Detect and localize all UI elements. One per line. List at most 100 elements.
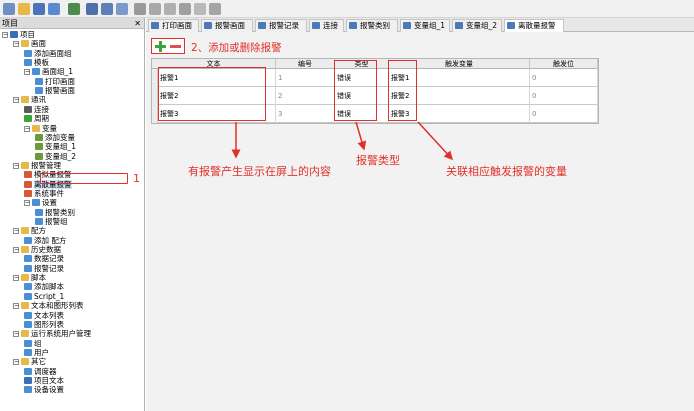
tree-item-label: Script_1 xyxy=(34,291,65,301)
tree-item-label: 画面组_1 xyxy=(42,67,74,77)
tree-item-label: 运行系统用户管理 xyxy=(31,329,91,339)
tree-item[interactable]: − 报警管理 xyxy=(13,161,61,170)
trigger-annotation: 关联相应触发报警的变量 xyxy=(446,165,567,178)
tree-item[interactable]: − 历史数据 xyxy=(13,246,61,254)
tree-item[interactable]: Script_1 xyxy=(24,291,65,301)
annotation-arrows xyxy=(231,121,454,161)
tree-item[interactable]: − 其它 xyxy=(13,358,46,366)
tree-item[interactable]: − 画面 xyxy=(13,40,46,48)
redo-icon[interactable] xyxy=(149,3,161,15)
tree-item[interactable]: − 画面组_1 xyxy=(24,68,73,76)
tree-item[interactable]: − 变量 xyxy=(24,124,57,133)
close-icon[interactable]: ✕ xyxy=(134,18,141,29)
type-annotation: 报警类型 xyxy=(356,154,400,167)
system-event-icon xyxy=(24,189,32,197)
add-recipe-icon xyxy=(24,236,32,244)
offline-icon[interactable] xyxy=(116,3,128,15)
tree-item[interactable]: − 文本和图形列表 xyxy=(13,302,84,310)
tree-item[interactable]: 打印画面 xyxy=(35,77,75,86)
tree-item-label: 变量组_2 xyxy=(45,151,77,161)
tree-item-label: 设置 xyxy=(42,198,57,208)
tree-item-label: 历史数据 xyxy=(31,245,61,255)
user-icon xyxy=(24,348,32,356)
tree-item-label: 报警记录 xyxy=(34,263,64,273)
copy-icon[interactable] xyxy=(179,3,191,15)
expand-toggle-icon[interactable]: − xyxy=(13,41,19,48)
expand-toggle-icon[interactable]: − xyxy=(13,275,19,282)
discrete-alarm-icon xyxy=(24,180,32,188)
tree-item[interactable]: 模板 xyxy=(24,59,49,67)
tree-item[interactable]: 设备设置 xyxy=(24,386,64,394)
new-icon[interactable] xyxy=(3,3,15,15)
folder-icon xyxy=(21,96,29,104)
tree-item[interactable]: 添加变量 xyxy=(35,133,75,142)
open-icon[interactable] xyxy=(18,3,30,15)
tree-item[interactable]: − 项目 xyxy=(2,31,35,39)
tree-item[interactable]: 报警类别 xyxy=(35,208,75,217)
tree-item[interactable]: 添加脚本 xyxy=(24,283,64,291)
tree-item-label: 系统事件 xyxy=(34,188,64,198)
tree-item[interactable]: 数据记录 xyxy=(24,255,64,263)
tree-item[interactable]: 系统事件 xyxy=(24,188,64,198)
expand-toggle-icon[interactable]: − xyxy=(13,359,19,366)
save-all-icon[interactable] xyxy=(48,3,60,15)
expand-toggle-icon[interactable]: − xyxy=(24,69,30,76)
tree-item[interactable]: 调度器 xyxy=(24,367,57,376)
expand-toggle-icon[interactable]: − xyxy=(2,32,8,38)
tree-item-label: 配方 xyxy=(31,226,46,236)
tree-item[interactable]: 变量组_1 xyxy=(35,143,76,151)
data-log-icon xyxy=(24,255,32,263)
expand-toggle-icon[interactable]: − xyxy=(13,331,19,338)
tree-item[interactable]: 用户 xyxy=(24,348,49,357)
tree-item[interactable]: 添加画面组 xyxy=(24,49,72,58)
undo-icon[interactable] xyxy=(134,3,146,15)
main-toolbar xyxy=(0,0,694,18)
tree-item[interactable]: 图形列表 xyxy=(24,320,64,329)
expand-toggle-icon[interactable]: − xyxy=(24,200,30,207)
tree-item[interactable]: 周期 xyxy=(24,115,49,123)
tree-item[interactable]: 项目文本 xyxy=(24,376,64,385)
tree-item[interactable]: 文本列表 xyxy=(24,311,64,320)
expand-toggle-icon[interactable]: − xyxy=(13,247,19,254)
screen-group-icon xyxy=(32,68,40,76)
folder-icon xyxy=(21,274,29,282)
cut-icon[interactable] xyxy=(164,3,176,15)
tree-item[interactable]: − 配方 xyxy=(13,227,46,235)
device-settings-icon xyxy=(24,386,32,394)
tree-item-label: 其它 xyxy=(31,357,46,367)
tree-item[interactable]: − 脚本 xyxy=(13,274,46,282)
folder-icon xyxy=(21,302,29,310)
expand-toggle-icon[interactable]: − xyxy=(24,125,30,132)
tree-item[interactable]: 连接 xyxy=(24,105,49,114)
tree-item[interactable]: 添加 配方 xyxy=(24,235,67,245)
tree-item[interactable]: 报警记录 xyxy=(24,263,64,273)
tree-item-label: 项目 xyxy=(20,30,35,39)
template-icon xyxy=(24,59,32,67)
download-icon[interactable] xyxy=(86,3,98,15)
project-text-icon xyxy=(24,376,32,384)
expand-toggle-icon[interactable]: − xyxy=(13,303,19,310)
add-screen-icon xyxy=(24,49,32,57)
tree-item[interactable]: 报警画面 xyxy=(35,87,75,95)
simulate-icon[interactable] xyxy=(101,3,113,15)
tree-item[interactable]: − 运行系统用户管理 xyxy=(13,330,91,338)
tree-item[interactable]: − 通讯 xyxy=(13,96,46,104)
tree-item[interactable]: 报警组 xyxy=(35,218,68,226)
paste-icon[interactable] xyxy=(209,3,221,15)
tree-item[interactable]: 变量组_2 xyxy=(35,151,77,161)
folder-icon xyxy=(21,40,29,48)
folder-icon xyxy=(21,161,29,169)
save-icon[interactable] xyxy=(33,3,45,15)
project-tree-panel: 项目 ✕ − 项目 − 画面 添加画面组 模板 − 画面组_1 打印画面 报警画面 − 通讯 连接 周期 −… xyxy=(0,18,145,411)
compile-icon[interactable] xyxy=(68,3,80,15)
tree-item[interactable]: 组 xyxy=(24,339,42,348)
tree-item[interactable]: − 设置 xyxy=(24,199,57,207)
tree-item-label: 设备设置 xyxy=(34,385,64,395)
expand-toggle-icon[interactable]: − xyxy=(13,162,19,169)
delete-icon[interactable] xyxy=(194,3,206,15)
tree-item-label: 添加 配方 xyxy=(34,235,67,245)
expand-toggle-icon[interactable]: − xyxy=(13,97,19,104)
screen-icon xyxy=(35,77,43,85)
trigger-arrow xyxy=(417,121,454,161)
expand-toggle-icon[interactable]: − xyxy=(13,228,19,235)
